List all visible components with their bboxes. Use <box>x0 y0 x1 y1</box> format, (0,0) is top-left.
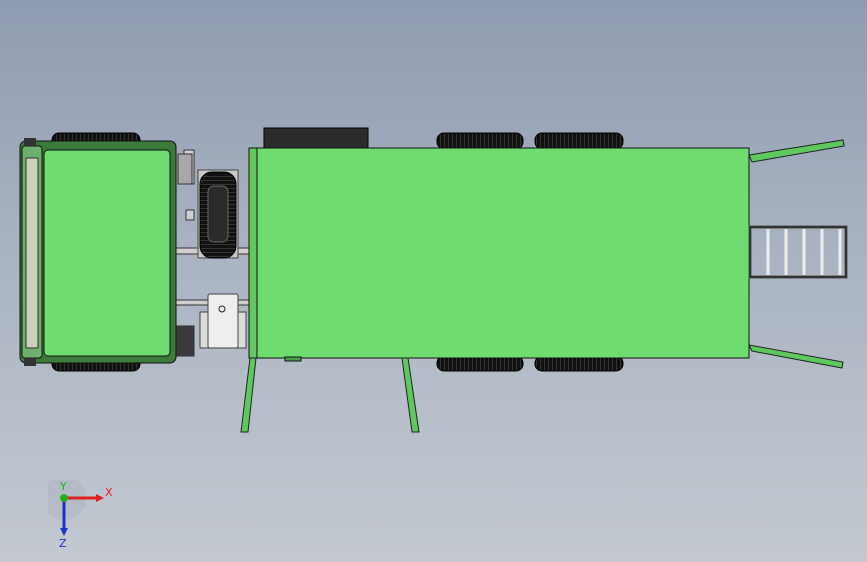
cad-viewport[interactable]: X Y Z <box>0 0 867 562</box>
body-side-trim <box>248 147 258 359</box>
y-axis-label: Y <box>59 480 67 493</box>
cargo-body <box>248 147 750 359</box>
x-axis-label: X <box>105 486 113 499</box>
rear-ladder <box>748 225 848 279</box>
rear-wheels-top <box>436 132 624 150</box>
z-axis-label: Z <box>59 537 67 550</box>
y-axis-dot <box>60 494 68 502</box>
spare-tire <box>197 169 239 259</box>
truck-cab <box>19 138 177 366</box>
reference-triad: X Y Z <box>48 480 113 550</box>
truck-model-top-view[interactable] <box>0 0 867 562</box>
storage-box <box>263 127 369 151</box>
